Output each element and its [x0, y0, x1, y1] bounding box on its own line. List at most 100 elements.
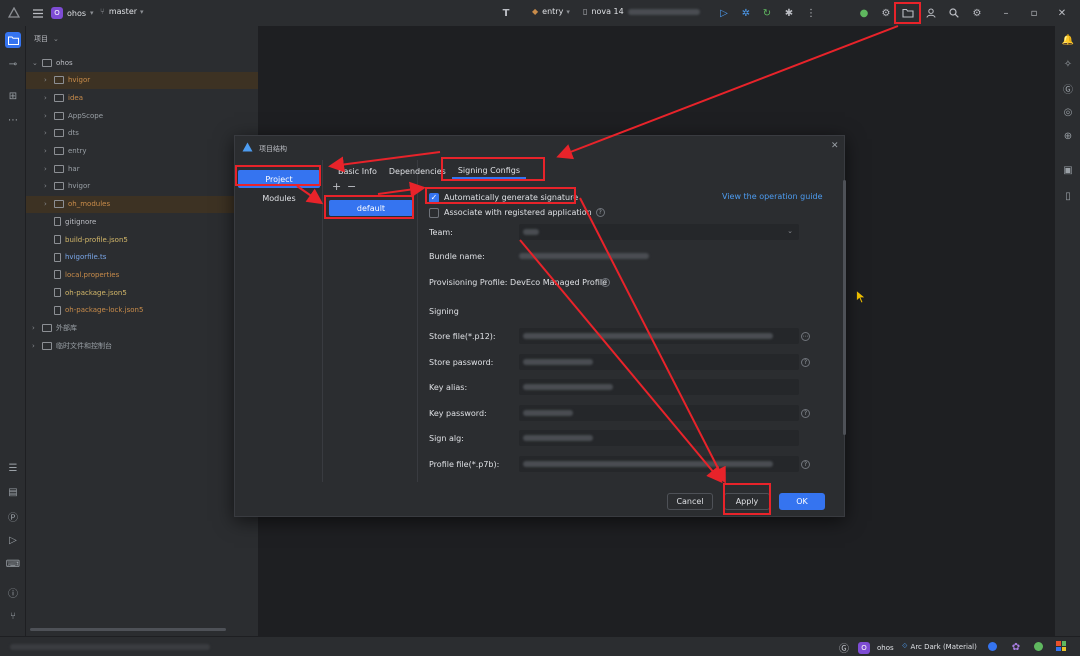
structure-icon[interactable]: ⊞ [5, 88, 21, 104]
close-window-icon[interactable]: ✕ [1054, 5, 1070, 21]
project-structure-icon[interactable] [900, 5, 916, 21]
chevron-right-icon[interactable]: › [44, 94, 54, 102]
chevron-right-icon[interactable]: › [44, 200, 54, 208]
signing-field-input[interactable] [519, 379, 799, 395]
nav-item-project[interactable]: Project [238, 170, 320, 188]
signing-field-input[interactable] [519, 404, 799, 421]
codegenie-icon[interactable]: ✧ [1060, 56, 1076, 72]
tab-signing-configs[interactable]: Signing Configs [451, 163, 527, 179]
tree-row[interactable]: › dts [26, 125, 258, 142]
text-tool-icon[interactable]: T [498, 5, 514, 21]
branch-switcher[interactable]: ⑂ master ▾ [100, 7, 144, 16]
maximize-icon[interactable]: ▫ [1026, 5, 1042, 21]
commit-icon[interactable]: ⊸ [5, 56, 21, 72]
cancel-button[interactable]: Cancel [667, 493, 713, 510]
nav-item-modules[interactable]: Modules [238, 189, 320, 207]
ai-icon[interactable]: ◎ [1060, 104, 1076, 120]
sync-icon[interactable]: ● [856, 5, 872, 21]
tree-row[interactable]: › oh_modules [26, 195, 258, 213]
signing-field-input[interactable] [519, 353, 799, 370]
add-config-button[interactable]: + [332, 180, 341, 193]
device-selector[interactable]: ▯ nova 14 [583, 7, 700, 16]
tree-row[interactable]: build-profile.json5 [26, 231, 258, 248]
device-preview-icon[interactable]: ▯ [1060, 188, 1076, 204]
terminal-icon[interactable]: ⌨ [5, 556, 21, 572]
tab-basic-info[interactable]: Basic Info [332, 163, 383, 179]
chevron-right-icon[interactable]: › [44, 76, 54, 84]
help-icon[interactable]: ? [601, 278, 610, 287]
database-icon[interactable]: ▤ [5, 484, 21, 500]
device-manager-icon[interactable]: ⊕ [1060, 128, 1076, 144]
attach-icon[interactable]: ✱ [781, 5, 797, 21]
tree-row[interactable]: gitignore [26, 213, 258, 230]
run-icon[interactable]: ▷ [716, 5, 732, 21]
auto-sign-checkbox[interactable]: ✓ Automatically generate signature [429, 191, 578, 204]
tree-row[interactable]: › idea [26, 89, 258, 106]
previewer-icon[interactable]: ▣ [1060, 162, 1076, 178]
main-menu-icon[interactable] [30, 5, 46, 21]
tree-row[interactable]: ⌄ ohos [26, 54, 258, 71]
project-switcher[interactable]: O ohos ▾ [51, 7, 94, 19]
operation-guide-link[interactable]: View the operation guide [722, 192, 823, 201]
tree-row[interactable]: › 外部库 [26, 320, 258, 337]
browse-folder-icon[interactable]: ⋯ [801, 332, 810, 341]
account-icon[interactable] [923, 5, 939, 21]
problems-icon[interactable]: ⓘ [5, 584, 21, 600]
todo-icon[interactable]: ☰ [5, 460, 21, 476]
apply-button[interactable]: Apply [724, 493, 770, 510]
chevron-right-icon[interactable]: › [32, 342, 42, 350]
dialog-vertical-scrollbar[interactable] [843, 180, 846, 435]
tree-row[interactable]: › hvigor [26, 178, 258, 195]
signing-field-input[interactable] [519, 430, 799, 446]
signing-field-input[interactable] [519, 328, 799, 344]
associate-checkbox[interactable]: Associate with registered application ? [429, 206, 605, 219]
help-icon[interactable]: ? [801, 459, 810, 469]
run-config-selector[interactable]: ◆ entry ▾ [532, 7, 570, 16]
notifications-icon[interactable]: 🔔 [1060, 32, 1076, 48]
tree-row[interactable]: › hvigor [26, 71, 258, 89]
ok-button[interactable]: OK [779, 493, 825, 510]
remove-config-button[interactable]: − [347, 180, 356, 193]
windows-logo-icon[interactable] [1056, 641, 1066, 651]
tree-row[interactable]: local.properties [26, 266, 258, 283]
horizontal-scrollbar[interactable] [30, 628, 226, 631]
tree-row[interactable]: oh-package.json5 [26, 284, 258, 301]
search-icon[interactable] [946, 5, 962, 21]
tree-row[interactable]: › AppScope [26, 107, 258, 124]
assistant-icon[interactable]: Ⓖ [1060, 80, 1076, 96]
signing-field-input[interactable] [519, 455, 799, 472]
git-icon[interactable]: ⑂ [5, 608, 21, 624]
chevron-right-icon[interactable]: › [44, 129, 54, 137]
help-icon[interactable]: ? [801, 357, 810, 367]
tree-row[interactable]: oh-package-lock.json5 [26, 302, 258, 319]
help-icon[interactable]: ? [595, 208, 605, 217]
help-icon[interactable]: ? [801, 408, 810, 418]
settings-small-icon[interactable]: ⚙ [878, 5, 894, 21]
team-select[interactable]: ⌄ [519, 224, 799, 240]
gear-icon[interactable]: ⚙ [969, 5, 985, 21]
project-view-icon[interactable] [5, 32, 21, 48]
minimize-icon[interactable]: – [998, 5, 1014, 21]
profiler-panel-icon[interactable]: Ⓟ [5, 508, 21, 524]
chevron-right-icon[interactable]: › [44, 112, 54, 120]
project-panel-header[interactable]: 项目 ⌄ [26, 26, 258, 52]
run-panel-icon[interactable]: ▷ [5, 532, 21, 548]
tree-row[interactable]: › 临时文件和控制台 [26, 337, 258, 354]
tree-row[interactable]: › entry [26, 143, 258, 160]
chevron-right-icon[interactable]: › [44, 147, 54, 155]
chevron-right-icon[interactable]: ⌄ [32, 59, 42, 67]
tree-row[interactable]: hvigorfile.ts [26, 249, 258, 266]
more-icon[interactable]: ⋮ [803, 5, 819, 21]
tree-row[interactable]: › har [26, 160, 258, 177]
close-icon[interactable]: ✕ [831, 141, 839, 151]
status-dot-green-icon[interactable] [1034, 642, 1043, 651]
tab-dependencies[interactable]: Dependencies [383, 163, 452, 179]
chevron-right-icon[interactable]: › [44, 165, 54, 173]
codegenie-status-icon[interactable]: Ⓖ [836, 639, 852, 655]
status-dot-blue-icon[interactable] [988, 642, 997, 651]
plugin-icon[interactable]: ✿ [1008, 639, 1024, 655]
config-item-default[interactable]: default [329, 200, 413, 216]
more-tools-icon[interactable]: ⋯ [5, 112, 21, 128]
status-theme[interactable]: ⟐ Arc Dark (Material) [902, 642, 977, 651]
profiler-icon[interactable]: ↻ [759, 5, 775, 21]
